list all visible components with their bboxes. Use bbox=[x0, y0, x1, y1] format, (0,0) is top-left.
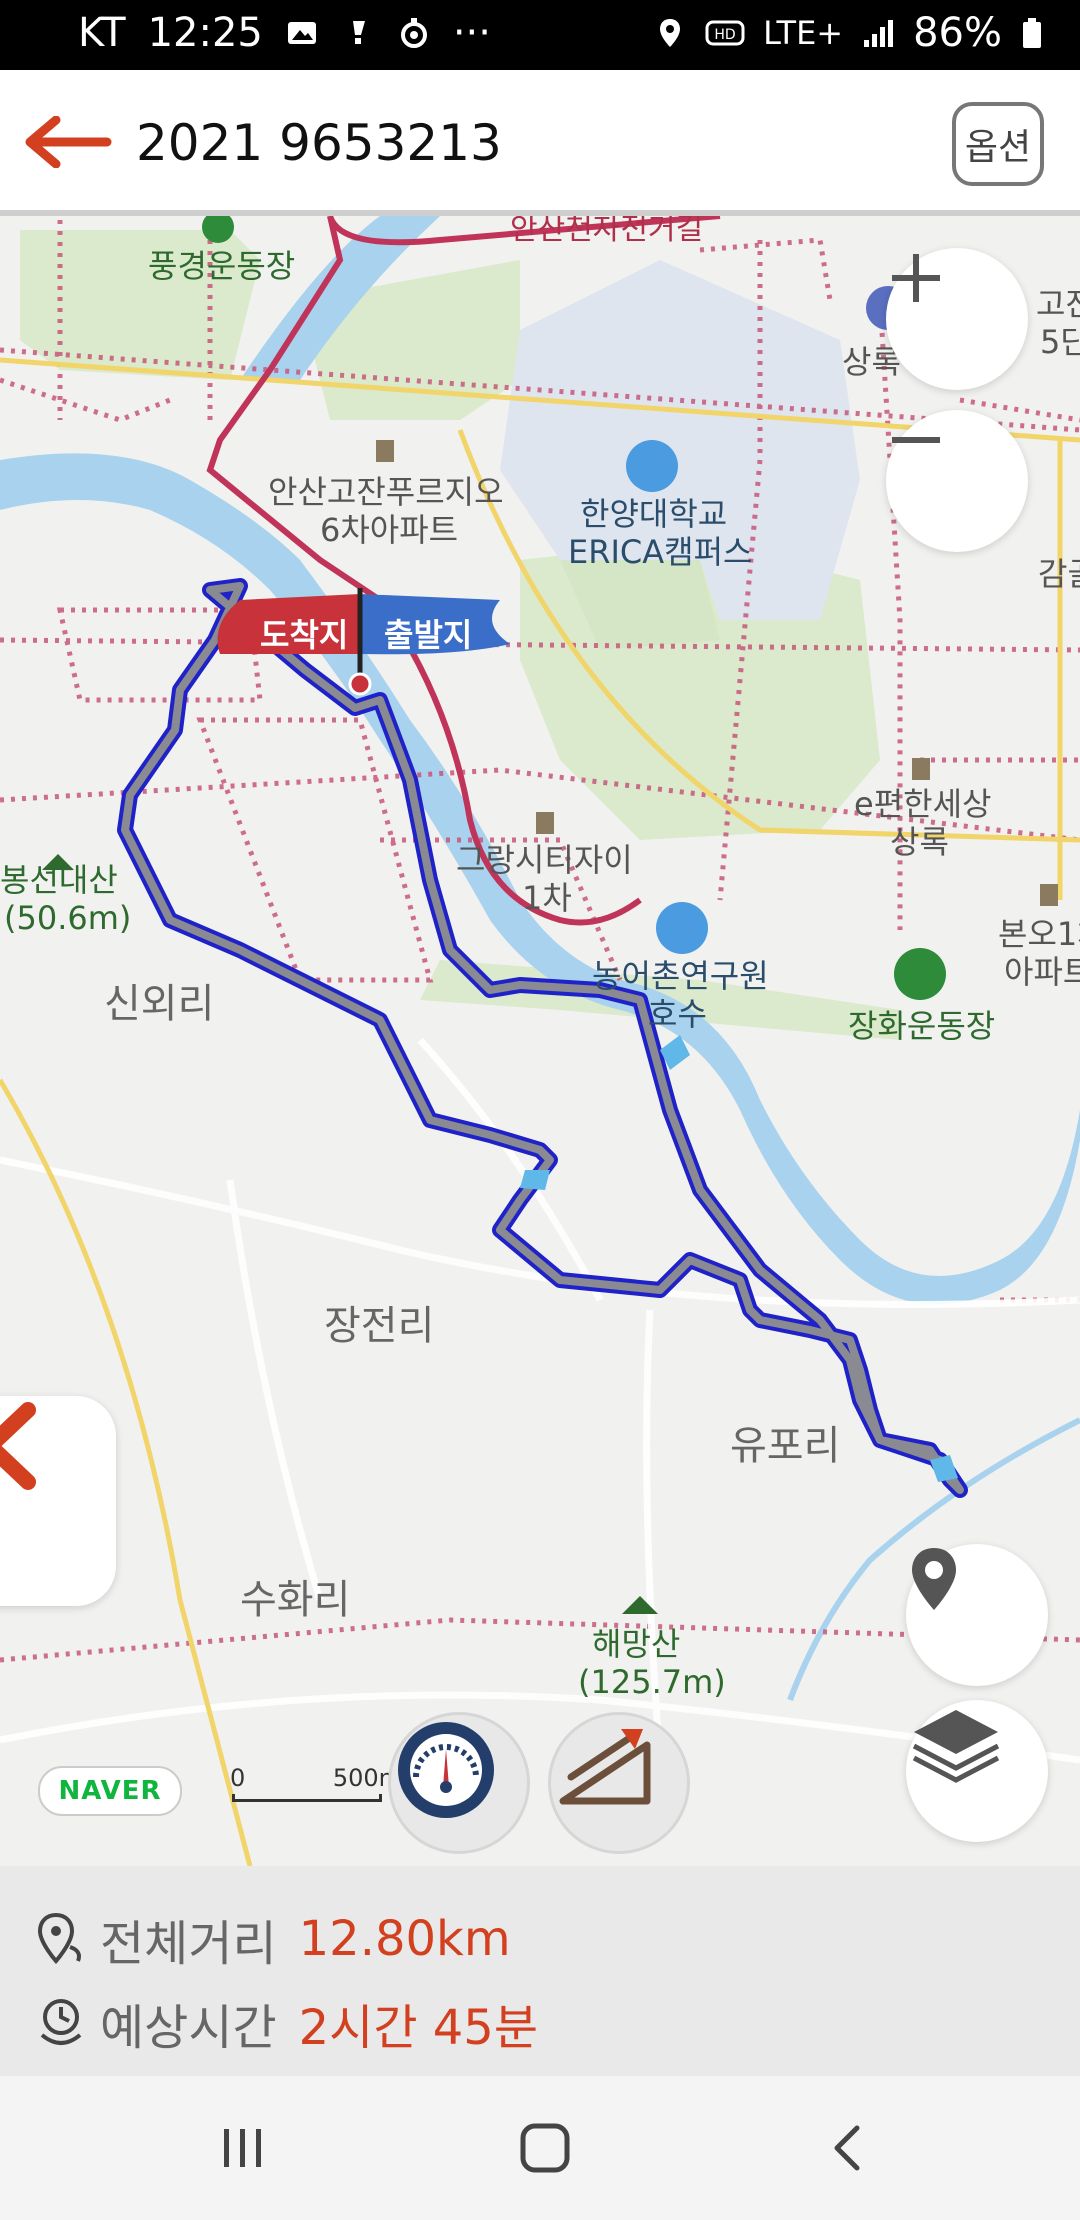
minus-icon bbox=[892, 437, 940, 443]
place-label: 1차 bbox=[522, 879, 572, 917]
area-label: 장전리 bbox=[324, 1303, 435, 1349]
map-scale: 0 500m bbox=[230, 1764, 402, 1804]
peak-label: 해망산 bbox=[592, 1625, 681, 1663]
area-label: 수화리 bbox=[240, 1577, 351, 1623]
peak-label: 봉선대산 bbox=[0, 861, 118, 899]
distance-row: 전체거리 12.80km bbox=[34, 1904, 511, 1974]
app-bar: 2021 9653213 옵션 bbox=[0, 70, 1080, 216]
place-label: 상록 bbox=[890, 823, 949, 861]
place-label: 감골 bbox=[1038, 555, 1080, 593]
place-label: 농어촌연구원 bbox=[592, 957, 769, 995]
estimated-time-icon bbox=[40, 1999, 82, 2045]
recent-apps-icon bbox=[224, 2129, 261, 2167]
notification-icon bbox=[352, 21, 365, 44]
timer-icon bbox=[400, 18, 427, 48]
my-location-button[interactable] bbox=[906, 1544, 1048, 1686]
place-label: 장화운동장 bbox=[848, 1007, 996, 1045]
place-label: 고잔 bbox=[1036, 285, 1080, 323]
route-distance-icon bbox=[37, 1912, 81, 1965]
place-label: ERICA캠퍼스 bbox=[568, 533, 753, 571]
place-label: 풍경운동장 bbox=[148, 247, 296, 285]
status-bar: KT 12:25 ··· HD LTE+ 86% bbox=[0, 0, 1080, 70]
location-icon bbox=[660, 19, 681, 47]
more-indicator: ··· bbox=[452, 10, 491, 56]
network-label: LTE+ bbox=[763, 14, 844, 52]
area-label: 신외리 bbox=[104, 981, 215, 1027]
map-layers-button[interactable] bbox=[906, 1700, 1048, 1842]
speedometer-button[interactable] bbox=[388, 1712, 530, 1854]
road-label: 안산천자전거길 bbox=[510, 216, 704, 247]
speedometer-icon bbox=[398, 1722, 494, 1818]
battery-icon bbox=[1023, 18, 1041, 48]
distance-label: 전체거리 bbox=[100, 1916, 277, 1972]
elevation-icon bbox=[559, 1729, 651, 1805]
recent-apps-button[interactable] bbox=[208, 2116, 278, 2180]
place-label: 아파트 bbox=[1004, 953, 1080, 991]
time-label: 12:25 bbox=[147, 10, 263, 56]
hd-icon: HD bbox=[705, 20, 745, 46]
route-title: 2021 9653213 bbox=[136, 114, 502, 172]
zoom-out-button[interactable] bbox=[886, 410, 1028, 552]
place-label: 안산고잔푸르지오 bbox=[268, 473, 504, 511]
carrier-label: KT bbox=[78, 10, 126, 56]
time-label: 예상시간 bbox=[100, 2000, 277, 2056]
zoom-in-button[interactable] bbox=[886, 248, 1028, 390]
place-label: 그랑시티자이 bbox=[456, 841, 633, 879]
naver-logo: NAVER bbox=[38, 1766, 182, 1816]
layers-icon bbox=[912, 1710, 1000, 1783]
place-label: e편한세상 bbox=[854, 785, 992, 823]
system-nav-bar bbox=[0, 2076, 1080, 2220]
time-value: 2시간 45분 bbox=[298, 2000, 538, 2056]
place-label: 6차아파트 bbox=[320, 511, 459, 549]
system-back-icon bbox=[834, 2125, 860, 2171]
peak-label: (50.6m) bbox=[4, 899, 132, 937]
chevron-left-icon bbox=[0, 1402, 36, 1490]
location-pin-icon bbox=[912, 1548, 956, 1610]
image-icon bbox=[287, 22, 316, 44]
place-label: 5단 bbox=[1040, 323, 1080, 361]
home-icon bbox=[520, 2123, 570, 2173]
options-button[interactable]: 옵션 bbox=[952, 102, 1044, 186]
departure-flag: 출발지 bbox=[384, 616, 473, 654]
place-label: 호수 bbox=[648, 995, 707, 1033]
side-panel-toggle[interactable] bbox=[0, 1396, 116, 1606]
time-row: 예상시간 2시간 45분 bbox=[34, 1988, 538, 2058]
home-button[interactable] bbox=[510, 2116, 580, 2180]
arrival-flag: 도착지 bbox=[260, 616, 349, 654]
elevation-button[interactable] bbox=[548, 1712, 690, 1854]
route-summary: 전체거리 12.80km 예상시간 2시간 45분 bbox=[0, 1866, 1080, 2076]
system-back-button[interactable] bbox=[812, 2116, 882, 2180]
scale-zero: 0 bbox=[230, 1764, 246, 1792]
peak-label: (125.7m) bbox=[578, 1663, 726, 1701]
area-label: 유포리 bbox=[730, 1423, 841, 1469]
map-view[interactable]: 풍경운동장 안산천자전거길 안산고잔푸르지오 6차아파트 한양대학교 ERICA… bbox=[0, 216, 1080, 1866]
battery-label: 86% bbox=[913, 10, 1002, 56]
route-flags: 도착지 출발지 bbox=[210, 584, 510, 696]
place-label: 본오1차 bbox=[998, 915, 1080, 953]
plus-icon bbox=[892, 254, 940, 302]
signal-icon bbox=[864, 20, 894, 47]
back-arrow-icon[interactable] bbox=[22, 116, 112, 168]
svg-text:HD: HD bbox=[714, 27, 735, 43]
distance-value: 12.80km bbox=[298, 1911, 511, 1967]
place-label: 한양대학교 bbox=[580, 495, 728, 533]
